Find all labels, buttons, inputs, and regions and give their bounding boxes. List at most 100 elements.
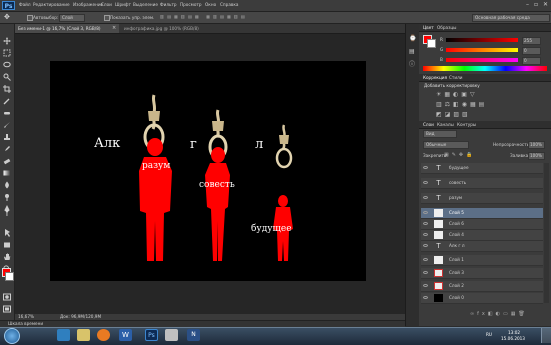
gradient-tool-icon[interactable] — [3, 162, 11, 176]
brush-tool-icon[interactable] — [3, 114, 11, 128]
eye-icon[interactable] — [423, 233, 428, 236]
eyedropper-tool-icon[interactable] — [3, 90, 11, 105]
layer-row[interactable]: Слой 3 — [421, 268, 543, 279]
tab-swatches[interactable]: Образцы — [437, 25, 457, 30]
properties-icon[interactable]: ▤ — [409, 49, 415, 55]
doc-info[interactable]: Док: 96,9М/120,9М — [60, 314, 101, 319]
canvas[interactable]: Алк г л разум совесть будущее — [50, 61, 366, 281]
autoselect-dropdown[interactable]: Слой — [59, 14, 85, 22]
show-desktop-button[interactable] — [541, 328, 551, 343]
dodge-tool-icon[interactable] — [3, 186, 11, 201]
window-taskbar-icon[interactable] — [165, 329, 178, 341]
lasso-tool-icon[interactable] — [3, 54, 11, 68]
menu-layers[interactable]: Слои — [101, 2, 112, 7]
layer-row[interactable]: T совесть — [421, 178, 543, 189]
menu-edit[interactable]: Редактирование — [33, 2, 70, 7]
blur-tool-icon[interactable] — [3, 174, 11, 189]
align-icons[interactable]: ▥▤▦▥▤▦ — [160, 14, 202, 19]
word-taskbar-icon[interactable]: W — [119, 329, 132, 341]
close-icon[interactable]: ✕ — [543, 2, 548, 8]
language-indicator[interactable]: RU — [486, 332, 492, 337]
document-tab-active[interactable]: Без имени-1 @ 16,7% (Слой 3, RGB/8) × — [15, 24, 119, 33]
eye-icon[interactable] — [423, 211, 428, 214]
quick-select-tool-icon[interactable] — [3, 66, 11, 81]
channel-b-slider[interactable] — [446, 58, 518, 62]
tab-adjustments[interactable]: Коррекция — [423, 75, 447, 80]
eraser-tool-icon[interactable] — [3, 150, 11, 165]
eye-icon[interactable] — [423, 258, 428, 261]
crop-tool-icon[interactable] — [3, 78, 11, 93]
menu-image[interactable]: Изображение — [73, 2, 103, 7]
type-tool-icon[interactable]: T — [3, 210, 11, 218]
layer-row-selected[interactable]: Слой 5 — [421, 208, 543, 219]
close-icon[interactable]: × — [112, 26, 116, 31]
channel-g-slider[interactable] — [446, 48, 518, 52]
restore-icon[interactable]: ▫ — [534, 2, 538, 8]
channel-b-value[interactable]: 0 — [522, 57, 541, 65]
eye-icon[interactable] — [423, 196, 428, 199]
menu-help[interactable]: Справка — [220, 2, 238, 7]
channel-g-value[interactable]: 0 — [522, 47, 541, 55]
eye-icon[interactable] — [423, 166, 428, 169]
layer-row[interactable]: T Алк г л — [421, 241, 543, 252]
pen-tool-icon[interactable] — [3, 198, 11, 213]
explorer-taskbar-icon[interactable] — [77, 329, 90, 341]
menu-file[interactable]: Файл — [19, 2, 31, 7]
blend-mode-dropdown[interactable]: Обычные — [423, 141, 469, 149]
distribute-icons[interactable]: ▦▥▤▦▥▤ — [206, 14, 248, 19]
app-taskbar-icon[interactable]: N — [187, 329, 200, 341]
ie-taskbar-icon[interactable] — [57, 329, 70, 341]
adjustment-icons-row-3[interactable]: ◩◪▨▧ — [436, 112, 471, 118]
clock-time[interactable]: 13:02 — [508, 330, 520, 335]
minimize-icon[interactable]: – — [526, 2, 529, 8]
marquee-tool-icon[interactable] — [3, 42, 11, 57]
layer-row[interactable]: Слой 4 — [421, 230, 543, 241]
channel-r-value[interactable]: 255 — [522, 37, 541, 45]
firefox-taskbar-icon[interactable] — [97, 329, 110, 341]
tab-paths[interactable]: Контуры — [457, 122, 476, 127]
tab-layers[interactable]: Слои — [423, 122, 434, 127]
menu-view[interactable]: Просмотр — [180, 2, 202, 7]
menu-window[interactable]: Окно — [205, 2, 216, 7]
background-color-swatch[interactable] — [427, 39, 436, 48]
tab-channels[interactable]: Каналы — [437, 122, 454, 127]
move-tool-icon[interactable]: ✥ — [4, 14, 11, 21]
rectangle-tool-icon[interactable] — [3, 234, 11, 248]
layer-row[interactable]: Слой 6 — [421, 219, 543, 230]
menu-filter[interactable]: Фильтр — [160, 2, 177, 7]
info-icon[interactable]: ⓘ — [409, 62, 415, 68]
fill-input[interactable]: 100% — [528, 152, 545, 160]
layer-row[interactable]: Слой 0 — [421, 293, 543, 304]
layer-filter-dropdown[interactable]: Вид — [423, 130, 457, 138]
document-tab-second[interactable]: инфографика.jpg @ 100% (RGB/8) — [121, 24, 211, 33]
eye-icon[interactable] — [423, 296, 428, 299]
eye-icon[interactable] — [423, 244, 428, 247]
zoom-level[interactable]: 16,67% — [18, 314, 34, 319]
adjustment-icons-row-2[interactable]: ▥⚖◧◉▦▤ — [436, 102, 487, 108]
layer-row[interactable]: T будущее — [421, 163, 543, 174]
menu-type[interactable]: Шрифт — [115, 2, 131, 7]
move-tool-icon[interactable] — [3, 30, 11, 45]
path-selection-tool-icon[interactable] — [3, 222, 11, 237]
healing-brush-tool-icon[interactable] — [3, 102, 11, 115]
tab-styles[interactable]: Стили — [449, 75, 462, 80]
start-button[interactable] — [4, 328, 20, 344]
lock-icons[interactable]: ▣✎✥🔒 — [444, 153, 475, 158]
clone-stamp-tool-icon[interactable] — [3, 126, 11, 140]
color-spectrum[interactable] — [423, 66, 547, 71]
layer-row[interactable]: T разум — [421, 193, 543, 204]
timeline-bar[interactable]: Шкала времени — [0, 320, 405, 327]
eye-icon[interactable] — [423, 271, 428, 274]
layer-row[interactable]: Слой 1 — [421, 255, 543, 266]
clock-date[interactable]: 15.06.2013 — [501, 336, 525, 341]
quick-mask-icon[interactable] — [3, 286, 11, 301]
layer-actions-icons[interactable]: ∞fx◧◐▭▦🗑 — [470, 312, 528, 317]
channel-r-slider[interactable] — [446, 38, 518, 42]
zoom-tool-icon[interactable] — [3, 258, 11, 273]
history-icon[interactable]: ⌚ — [409, 36, 416, 42]
adjustment-icons-row-1[interactable]: ☀▦◐▣▽ — [436, 92, 478, 98]
tab-color[interactable]: Цвет — [423, 25, 434, 30]
eye-icon[interactable] — [423, 181, 428, 184]
layers-scrollbar[interactable] — [544, 163, 549, 303]
hand-tool-icon[interactable] — [3, 246, 11, 260]
